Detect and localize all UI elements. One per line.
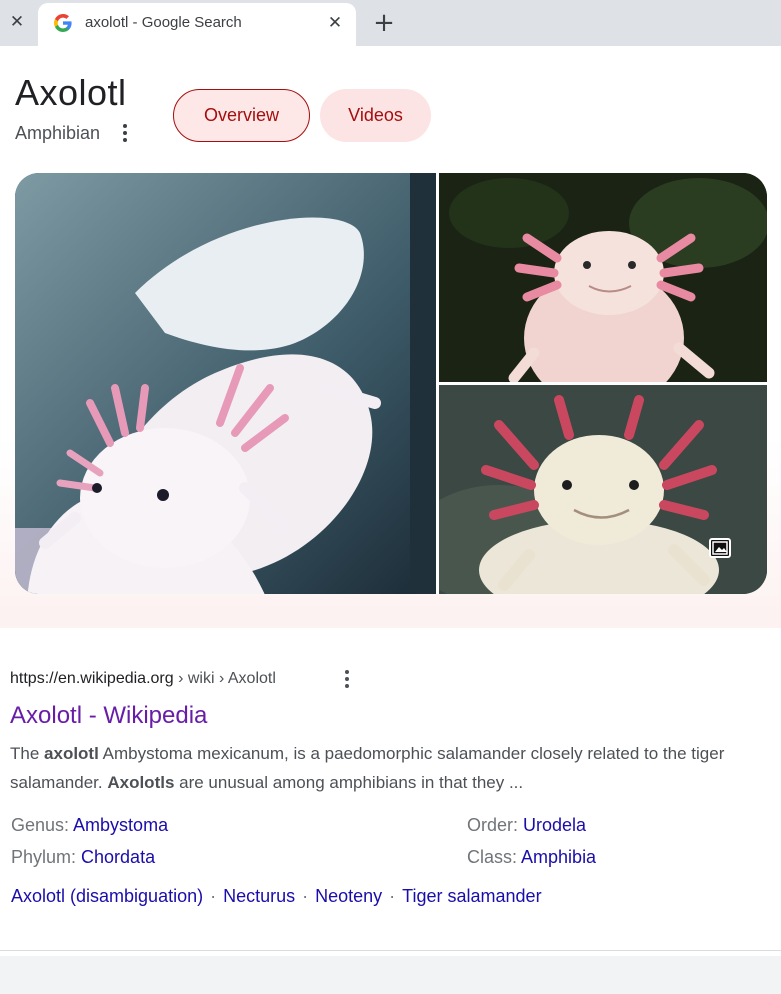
fact-key: Genus:	[11, 815, 74, 835]
fact-value-link[interactable]: Chordata	[81, 847, 155, 867]
snippet-text: are unusual among amphibians in that the…	[174, 773, 524, 792]
result-title-link[interactable]: Axolotl - Wikipedia	[10, 702, 207, 730]
result-domain: https://en.wikipedia.org	[10, 670, 174, 687]
fact-value-link[interactable]: Ambystoma	[73, 815, 168, 835]
result-breadcrumbs: › wiki › Axolotl	[173, 670, 276, 687]
search-result: https://en.wikipedia.org › wiki › Axolot…	[0, 628, 781, 950]
tab-strip: ✕ axolotl - Google Search ✕ +	[0, 0, 781, 46]
result-url[interactable]: https://en.wikipedia.org › wiki › Axolot…	[10, 670, 276, 688]
axolotl-illustration-bottom	[439, 385, 767, 594]
image-glyph	[712, 541, 728, 555]
axolotl-photo-bottom-right[interactable]	[439, 385, 767, 594]
snippet-bold: Axolotls	[107, 773, 175, 792]
fact-value-link[interactable]: Urodela	[523, 815, 586, 835]
related-link-neoteny[interactable]: Neoteny	[315, 886, 382, 906]
fact-key: Phylum:	[11, 847, 82, 867]
close-icon[interactable]: ✕	[6, 11, 28, 33]
image-icon[interactable]	[709, 538, 731, 558]
related-link-disambiguation[interactable]: Axolotl (disambiguation)	[11, 886, 203, 906]
tab-close-icon[interactable]: ✕	[324, 12, 346, 34]
result-snippet: The axolotl Ambystoma mexicanum, is a pa…	[10, 739, 774, 797]
knowledge-panel: Axolotl Amphibian Overview Videos	[0, 56, 781, 628]
more-options-icon[interactable]	[116, 122, 134, 144]
browser-tab[interactable]: axolotl - Google Search ✕	[38, 3, 356, 46]
link-separator: ·	[210, 886, 217, 906]
fact-phylum: Phylum: Chordata	[11, 847, 155, 868]
link-separator: ·	[389, 886, 396, 906]
fact-key: Class:	[467, 847, 522, 867]
entity-title: Axolotl	[15, 72, 127, 113]
axolotl-photo-main[interactable]	[15, 173, 436, 594]
snippet-text: The	[10, 744, 45, 763]
image-collage	[15, 173, 767, 594]
axolotl-illustration-top	[439, 173, 767, 382]
google-logo-icon	[54, 14, 72, 32]
tab-overview[interactable]: Overview	[173, 89, 310, 142]
tab-title: axolotl - Google Search	[85, 14, 242, 31]
fact-genus: Genus: Ambystoma	[11, 815, 168, 836]
fact-key: Order:	[467, 815, 524, 835]
result-more-icon[interactable]	[340, 668, 354, 690]
toolbar-spacer	[0, 46, 781, 56]
tab-videos[interactable]: Videos	[320, 89, 431, 142]
fact-class: Class: Amphibia	[467, 847, 596, 868]
new-tab-icon[interactable]: +	[370, 9, 398, 37]
axolotl-photo-top-right[interactable]	[439, 173, 767, 382]
entity-subtitle: Amphibian	[15, 123, 101, 143]
snippet-bold: axolotl	[44, 744, 99, 763]
related-link-tiger-salamander[interactable]: Tiger salamander	[402, 886, 541, 906]
footer-band	[0, 956, 781, 994]
related-links: Axolotl (disambiguation) · Necturus · Neoten…	[11, 886, 542, 907]
section-divider	[0, 950, 781, 951]
fact-order: Order: Urodela	[467, 815, 586, 836]
link-separator: ·	[302, 886, 309, 906]
axolotl-illustration-main	[15, 173, 436, 594]
related-link-necturus[interactable]: Necturus	[223, 886, 295, 906]
fact-value-link[interactable]: Amphibia	[521, 847, 596, 867]
